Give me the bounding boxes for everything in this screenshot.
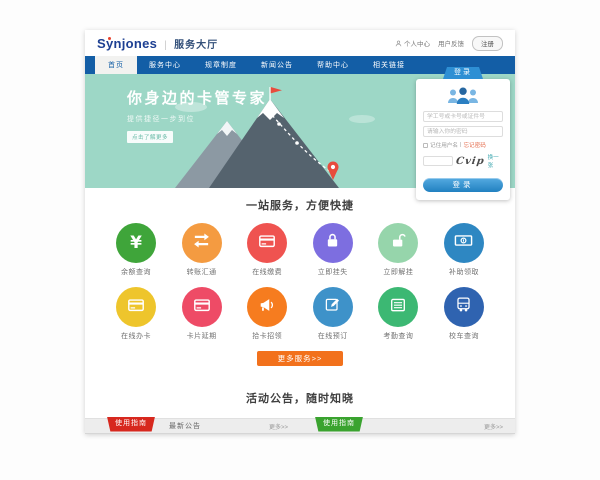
service-item[interactable]: 在线预订 [302, 287, 364, 341]
announcements-section: 活动公告，随时知晓 使用指南 最新公告 更多>> 使用指南 更多>> [85, 390, 515, 434]
banknote-icon [454, 231, 473, 255]
captcha-input[interactable] [423, 156, 453, 166]
personal-center-link[interactable]: 个人中心 [395, 38, 430, 48]
hero-banner: 你身边的卡管专家 提供捷径一步到位 点击了解更多 登录 [85, 74, 515, 188]
latest-announcements-tab[interactable]: 最新公告 [169, 421, 201, 431]
yen-icon: ¥ [130, 233, 142, 253]
announcements-left-panel: 使用指南 最新公告 更多>> [85, 419, 300, 433]
remember-row: 记住用户名 | 忘记密码 [423, 141, 503, 149]
nav-item[interactable]: 服务中心 [137, 56, 193, 74]
hero-text: 你身边的卡管专家 提供捷径一步到位 点击了解更多 [127, 87, 267, 144]
credit-card-icon [127, 296, 145, 319]
service-item[interactable]: 在线办卡 [105, 287, 167, 341]
hero-cta-button[interactable]: 点击了解更多 [127, 131, 173, 143]
service-label: 考勤查询 [383, 331, 413, 341]
login-tab[interactable]: 登录 [443, 67, 483, 79]
service-item[interactable]: 立即解挂 [367, 223, 429, 277]
service-label: 立即挂失 [318, 267, 348, 277]
service-label: 在线缴费 [252, 267, 282, 277]
brand-logo[interactable]: S y njones | 服务大厅 [97, 36, 218, 51]
captcha-image[interactable]: Cvip [455, 156, 485, 167]
announcements-bar: 使用指南 最新公告 更多>> 使用指南 更多>> [85, 418, 515, 434]
logo-divider: | [164, 40, 167, 51]
service-item[interactable]: 转账汇通 [171, 223, 233, 277]
login-submit-button[interactable]: 登录 [423, 178, 503, 192]
forgot-password-link[interactable]: 忘记密码 [463, 141, 485, 149]
logo-dot-icon [108, 37, 111, 40]
header-right: 个人中心 用户反馈 注册 [395, 36, 503, 51]
nav-item[interactable]: 新闻公告 [249, 56, 305, 74]
service-label: 补助领取 [449, 267, 479, 277]
remember-checkbox[interactable] [423, 143, 428, 148]
bus-icon [455, 296, 472, 318]
nav-item[interactable]: 相关链接 [361, 56, 417, 74]
more-link-right[interactable]: 更多>> [484, 422, 503, 431]
service-label: 拾卡招领 [252, 331, 282, 341]
more-link-left[interactable]: 更多>> [269, 422, 288, 431]
password-input[interactable] [423, 126, 503, 137]
service-label: 在线办卡 [121, 331, 151, 341]
usage-guide-tab-green[interactable]: 使用指南 [315, 417, 363, 432]
service-label: 卡片延期 [187, 331, 217, 341]
site-container: S y njones | 服务大厅 个人中心 用户反馈 注册 首页 服务中心 规… [85, 30, 515, 434]
attendance-card-icon [389, 296, 407, 319]
nav-item[interactable]: 首页 [95, 56, 137, 74]
service-item[interactable]: 考勤查询 [367, 287, 429, 341]
hero-title: 你身边的卡管专家 [127, 87, 267, 108]
credit-card-icon [193, 296, 211, 319]
service-item[interactable]: 校车查询 [433, 287, 495, 341]
service-item[interactable]: 补助领取 [433, 223, 495, 277]
user-icon [395, 40, 402, 47]
register-button[interactable]: 注册 [472, 36, 503, 51]
service-item[interactable]: 拾卡招领 [236, 287, 298, 341]
nav-item[interactable]: 帮助中心 [305, 56, 361, 74]
login-panel: 登录 记住用户名 | 忘记密码 Cvip 换一张 [416, 67, 510, 200]
more-services-button[interactable]: 更多服务>> [257, 351, 343, 366]
credit-card-icon [258, 232, 276, 255]
lock-open-icon [390, 232, 407, 254]
service-label: 校车查询 [449, 331, 479, 341]
nav-item[interactable]: 规章制度 [193, 56, 249, 74]
service-label: 在线预订 [318, 331, 348, 341]
header: S y njones | 服务大厅 个人中心 用户反馈 注册 [85, 30, 515, 56]
service-item[interactable]: 立即挂失 [302, 223, 364, 277]
captcha-refresh-link[interactable]: 换一张 [488, 153, 503, 169]
remember-divider: | [460, 142, 461, 148]
service-label: 余额查询 [121, 267, 151, 277]
logo-text-prefix: S [97, 36, 106, 51]
usage-guide-tab-red[interactable]: 使用指南 [107, 417, 155, 432]
logo-text-y: y [106, 36, 114, 51]
services-row-2: 在线办卡 卡片延期 拾卡招领 在线预订 [85, 287, 515, 341]
transfer-arrows-icon [192, 231, 211, 255]
hero-subtitle: 提供捷径一步到位 [127, 114, 267, 124]
username-input[interactable] [423, 111, 503, 122]
users-group-icon [445, 86, 481, 106]
logo-text-suffix: njones [114, 36, 158, 51]
edit-icon [324, 296, 341, 318]
service-item[interactable]: 卡片延期 [171, 287, 233, 341]
announcements-title: 活动公告，随时知晓 [85, 390, 515, 406]
user-feedback-link[interactable]: 用户反馈 [438, 38, 464, 48]
product-name: 服务大厅 [174, 36, 218, 51]
remember-label: 记住用户名 [430, 141, 458, 149]
lock-closed-icon [324, 232, 341, 254]
announcements-right-panel: 使用指南 更多>> [300, 419, 515, 433]
service-item[interactable]: 在线缴费 [236, 223, 298, 277]
captcha-row: Cvip 换一张 [423, 153, 503, 169]
login-card: 记住用户名 | 忘记密码 Cvip 换一张 登录 [416, 79, 510, 200]
megaphone-icon [258, 296, 276, 319]
service-item[interactable]: ¥ 余额查询 [105, 223, 167, 277]
services-section: 一站服务，方便快捷 ¥ 余额查询 转账汇通 在线缴费 [85, 188, 515, 366]
service-label: 立即解挂 [383, 267, 413, 277]
service-label: 转账汇通 [187, 267, 217, 277]
services-row-1: ¥ 余额查询 转账汇通 在线缴费 立即挂失 [85, 223, 515, 277]
